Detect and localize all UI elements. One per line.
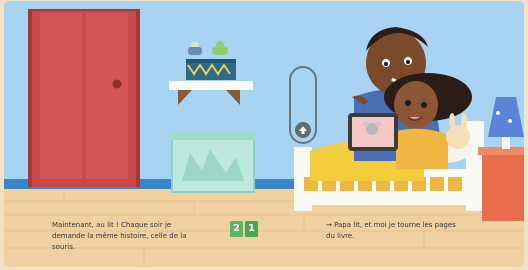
toy-box (170, 132, 256, 193)
page-number-right: 1 (245, 221, 258, 237)
page-number-left: 2 (230, 221, 243, 237)
up-arrow-icon[interactable] (295, 122, 311, 138)
book-page: Maintenant, au lit ! Chaque soir je dema… (4, 1, 524, 267)
door (28, 9, 140, 187)
story-text-left: Maintenant, au lit ! Chaque soir je dema… (52, 221, 187, 251)
story-text-right: → Papa lit, et moi je tourne les pages d… (326, 221, 456, 240)
page-number: 2 1 (230, 221, 258, 237)
tablet (348, 113, 398, 151)
